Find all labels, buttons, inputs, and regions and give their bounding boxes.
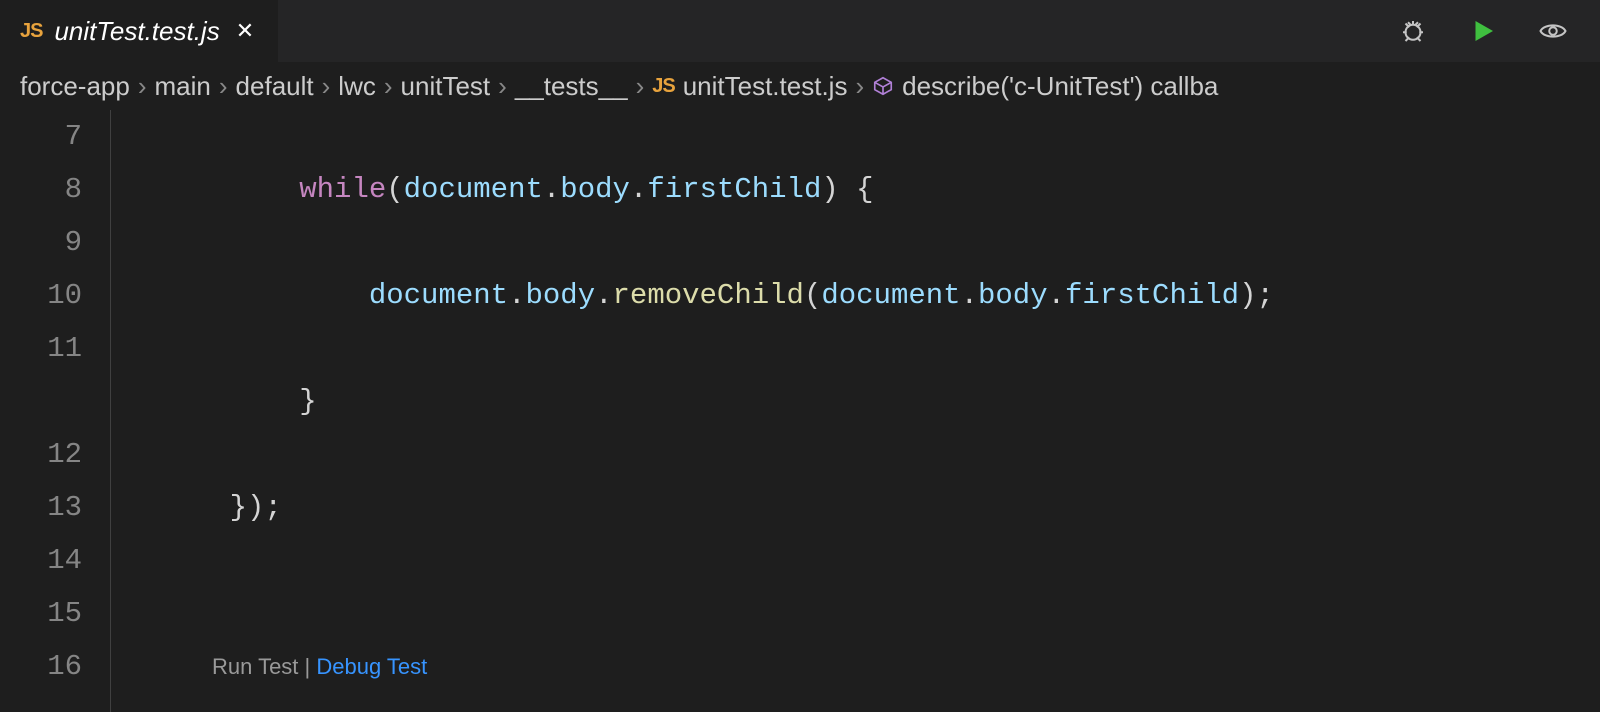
code-token: firstChild <box>1065 279 1239 312</box>
code-token <box>839 173 856 206</box>
line-number-gutter: 7 8 9 10 11 12 13 14 15 16 <box>0 110 110 712</box>
line-number: 16 <box>0 640 82 693</box>
editor-actions <box>1394 0 1600 62</box>
close-icon[interactable]: ✕ <box>232 14 258 48</box>
codelens-run-test[interactable]: Run Test <box>212 654 298 679</box>
line-number: 8 <box>0 163 82 216</box>
chevron-right-icon: › <box>322 71 331 102</box>
code-token: document <box>821 279 960 312</box>
code-token: document <box>404 173 543 206</box>
code-token: }) <box>230 491 265 524</box>
code-token: ( <box>804 279 821 312</box>
code-token: . <box>961 279 978 312</box>
code-token: removeChild <box>613 279 804 312</box>
code-token: . <box>595 279 612 312</box>
code-editor[interactable]: 7 8 9 10 11 12 13 14 15 16 while(documen… <box>0 110 1600 712</box>
line-number: 9 <box>0 216 82 269</box>
code-token: . <box>508 279 525 312</box>
code-token: body <box>978 279 1048 312</box>
code-content[interactable]: while(document.body.firstChild) { docume… <box>160 110 1274 712</box>
code-token <box>160 173 299 206</box>
js-file-icon: JS <box>20 20 42 43</box>
tab-active[interactable]: JS unitTest.test.js ✕ <box>0 0 278 62</box>
breadcrumb[interactable]: force-app › main › default › lwc › unitT… <box>0 62 1600 110</box>
line-number: 13 <box>0 481 82 534</box>
line-number: 15 <box>0 587 82 640</box>
code-token: ) <box>1239 279 1256 312</box>
breadcrumb-segment[interactable]: unitTest <box>401 71 491 102</box>
breadcrumb-segment[interactable]: default <box>236 71 314 102</box>
code-token: firstChild <box>647 173 821 206</box>
js-file-icon: JS <box>652 75 674 98</box>
chevron-right-icon: › <box>855 71 864 102</box>
breadcrumb-segment[interactable]: __tests__ <box>515 71 628 102</box>
tab-bar: JS unitTest.test.js ✕ <box>0 0 1600 62</box>
breadcrumb-segment[interactable]: force-app <box>20 71 130 102</box>
code-token <box>160 385 299 418</box>
code-token <box>160 279 369 312</box>
code-token: . <box>1048 279 1065 312</box>
code-token: ) <box>821 173 838 206</box>
breadcrumb-file[interactable]: unitTest.test.js <box>683 71 848 102</box>
eye-icon[interactable] <box>1534 12 1572 50</box>
codelens-separator: | <box>298 654 316 679</box>
tab-filename: unitTest.test.js <box>54 16 219 47</box>
code-token: { <box>856 173 873 206</box>
line-number: 12 <box>0 428 82 481</box>
breadcrumb-symbol[interactable]: describe('c-UnitTest') callba <box>902 71 1218 102</box>
indent-guide <box>110 110 160 712</box>
chevron-right-icon: › <box>498 71 507 102</box>
codelens-debug-test[interactable]: Debug Test <box>316 654 427 679</box>
bug-icon[interactable] <box>1394 12 1432 50</box>
code-token: body <box>560 173 630 206</box>
line-number: 14 <box>0 534 82 587</box>
code-token: } <box>299 385 316 418</box>
code-token: body <box>525 279 595 312</box>
code-token: ; <box>1256 279 1273 312</box>
breadcrumb-segment[interactable]: main <box>155 71 211 102</box>
breadcrumb-segment[interactable]: lwc <box>338 71 376 102</box>
line-number: 7 <box>0 110 82 163</box>
code-token: ( <box>386 173 403 206</box>
line-number: 11 <box>0 322 82 375</box>
play-icon[interactable] <box>1464 12 1502 50</box>
code-token: while <box>299 173 386 206</box>
code-token: ; <box>264 491 281 524</box>
code-token: . <box>630 173 647 206</box>
chevron-right-icon: › <box>219 71 228 102</box>
line-number: 10 <box>0 269 82 322</box>
chevron-right-icon: › <box>636 71 645 102</box>
symbol-icon <box>872 75 894 97</box>
code-token: . <box>543 173 560 206</box>
code-token: document <box>369 279 508 312</box>
codelens: Run Test | Debug Test <box>160 640 1274 693</box>
chevron-right-icon: › <box>138 71 147 102</box>
code-token <box>160 491 230 524</box>
chevron-right-icon: › <box>384 71 393 102</box>
